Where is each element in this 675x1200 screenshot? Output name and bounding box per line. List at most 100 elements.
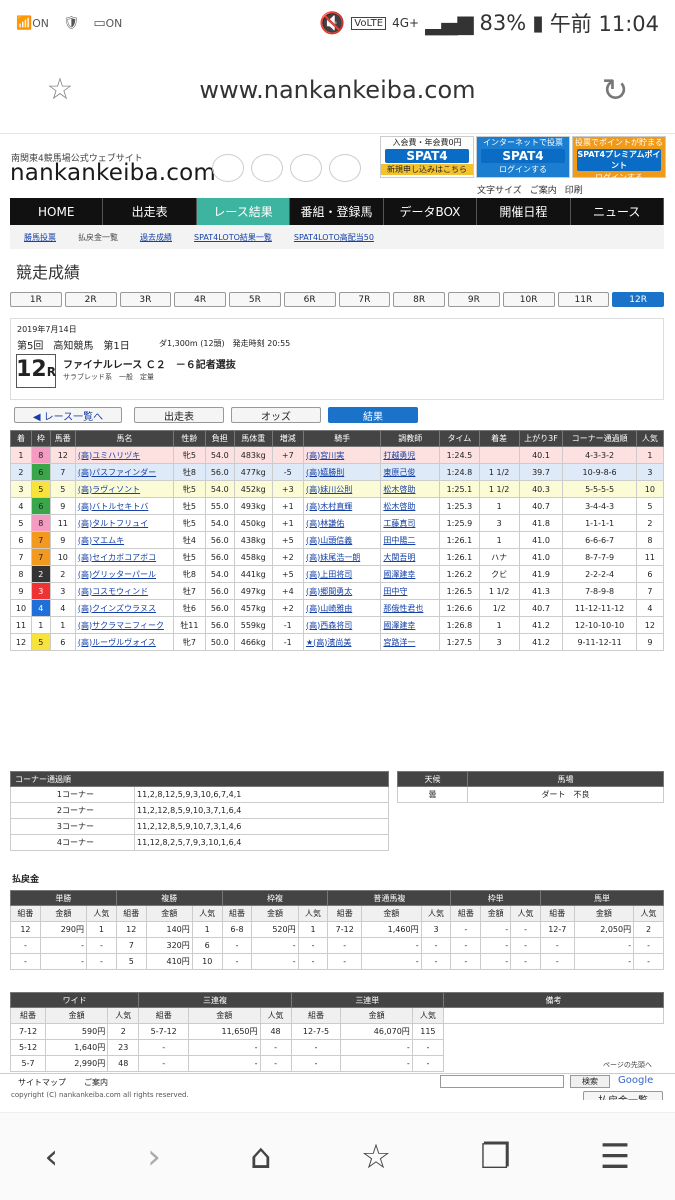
track-logo-icon[interactable] xyxy=(290,154,322,182)
horse-name-link[interactable]: (高)ラヴィソント xyxy=(78,485,140,494)
forward-icon[interactable]: › xyxy=(147,1137,161,1177)
race-tab[interactable]: 6R xyxy=(283,292,336,307)
result-cell[interactable]: (高)木村直輝 xyxy=(302,497,382,515)
result-cell[interactable]: (高)嬉勝則 xyxy=(302,463,382,481)
trainer-link[interactable]: 大関吾明 xyxy=(383,553,415,562)
result-cell[interactable]: (高)クインズウラヌス xyxy=(74,599,175,617)
horse-name-link[interactable]: (高)タルトフリュイ xyxy=(78,519,148,528)
race-tab[interactable]: 12R xyxy=(612,292,664,307)
result-cell[interactable]: (高)ユミハリヅキ xyxy=(74,446,175,464)
result-cell[interactable]: 國澤建幸 xyxy=(380,616,440,634)
result-cell[interactable]: 田中守 xyxy=(380,582,440,600)
result-cell[interactable]: (高)コスモウィンド xyxy=(74,582,175,600)
nav-programs[interactable]: 番組・登録馬 xyxy=(290,198,384,225)
result-cell[interactable]: (高)バトルセキトバ xyxy=(74,497,175,515)
horse-name-link[interactable]: (高)ルーヴルヴォイス xyxy=(78,638,156,647)
jockey-link[interactable]: (高)郷間勇太 xyxy=(306,587,352,596)
home-icon[interactable]: ⌂ xyxy=(250,1137,272,1177)
trainer-link[interactable]: 松木啓助 xyxy=(383,502,415,511)
result-cell[interactable]: (高)ラヴィソント xyxy=(74,480,175,498)
jockey-link[interactable]: (高)山頭信義 xyxy=(306,536,352,545)
result-cell[interactable]: 打越勇児 xyxy=(380,446,440,464)
result-cell[interactable]: (高)郷間勇太 xyxy=(302,582,382,600)
track-logo-icon[interactable] xyxy=(212,154,244,182)
jockey-link[interactable]: (高)西森将司 xyxy=(306,621,352,630)
font-size-tool[interactable]: 文字サイズ xyxy=(477,183,522,196)
race-tab[interactable]: 10R xyxy=(502,292,555,307)
result-cell[interactable]: 那俄性君也 xyxy=(380,599,440,617)
result-cell[interactable]: (高)マエムキ xyxy=(74,531,175,549)
nav-databox[interactable]: データBOX xyxy=(384,198,478,225)
nav-results[interactable]: レース結果 xyxy=(196,198,291,225)
horse-name-link[interactable]: (高)バトルセキトバ xyxy=(78,502,148,511)
track-logo-icon[interactable] xyxy=(251,154,283,182)
trainer-link[interactable]: 那俄性君也 xyxy=(383,604,423,613)
horse-name-link[interactable]: (高)マエムキ xyxy=(78,536,124,545)
jockey-link[interactable]: (高)妹尾浩一朗 xyxy=(306,553,360,562)
trainer-link[interactable]: 田中守 xyxy=(383,587,407,596)
result-cell[interactable]: (高)林謙佑 xyxy=(302,514,382,532)
print-link[interactable]: 印刷 xyxy=(565,183,583,196)
horse-name-link[interactable]: (高)パスファインダー xyxy=(78,468,156,477)
result-cell[interactable]: 宮路洋一 xyxy=(380,633,440,651)
trainer-link[interactable]: 松木啓助 xyxy=(383,485,415,494)
result-cell[interactable]: (高)セイカボコアボコ xyxy=(74,548,175,566)
race-tab[interactable]: 7R xyxy=(338,292,391,307)
result-cell[interactable]: (高)タルトフリュイ xyxy=(74,514,175,532)
results-button[interactable]: 結果 xyxy=(328,407,418,423)
footer-sitemap-link[interactable]: サイトマップ xyxy=(18,1077,66,1088)
guide-link[interactable]: ご案内 xyxy=(530,183,557,196)
horse-name-link[interactable]: (高)クインズウラヌス xyxy=(78,604,156,613)
horse-name-link[interactable]: (高)ユミハリヅキ xyxy=(78,451,140,460)
trainer-link[interactable]: 國澤建幸 xyxy=(383,621,415,630)
trainer-link[interactable]: 工藤真司 xyxy=(383,519,415,528)
url-field[interactable]: www.nankankeiba.com xyxy=(120,76,555,104)
race-tab[interactable]: 9R xyxy=(448,292,500,307)
menu-icon[interactable]: ☰ xyxy=(600,1137,630,1177)
horse-name-link[interactable]: (高)サクラマニフィーク xyxy=(78,621,164,630)
result-cell[interactable]: (高)サクラマニフィーク xyxy=(74,616,175,634)
subnav-past-results[interactable]: 過去成績 xyxy=(140,232,172,243)
race-tab[interactable]: 3R xyxy=(119,292,172,307)
site-logo[interactable]: nankankeiba.com xyxy=(10,160,216,186)
footer-search-button[interactable]: 検索 xyxy=(570,1075,610,1088)
result-cell[interactable]: (高)パスファインダー xyxy=(74,463,175,481)
result-cell[interactable]: (高)ルーヴルヴォイス xyxy=(74,633,175,651)
bookmarks-icon[interactable]: ☆ xyxy=(361,1137,391,1177)
nav-news[interactable]: ニュース xyxy=(571,198,664,225)
spat4-login-banner[interactable]: インターネットで投票 SPAT4 ログインする xyxy=(476,136,570,178)
jockey-link[interactable]: (高)木村直輝 xyxy=(306,502,352,511)
race-tab[interactable]: 2R xyxy=(64,292,117,307)
horse-name-link[interactable]: (高)セイカボコアボコ xyxy=(78,553,156,562)
result-cell[interactable]: 大関吾明 xyxy=(380,548,440,566)
result-cell[interactable]: (高)宮川実 xyxy=(302,446,382,464)
nav-home[interactable]: HOME xyxy=(10,198,104,225)
jockey-link[interactable]: (高)山崎雅由 xyxy=(306,604,352,613)
result-cell[interactable]: 松木啓助 xyxy=(380,480,440,498)
race-tab[interactable]: 11R xyxy=(557,292,610,307)
result-cell[interactable]: 松木啓助 xyxy=(380,497,440,515)
spat4-point-banner[interactable]: 投票でポイントが貯まる SPAT4プレミアムポイント ログインする xyxy=(572,136,666,182)
footer-search-input[interactable] xyxy=(440,1075,564,1088)
subnav-loto-results[interactable]: SPAT4LOTO結果一覧 xyxy=(194,232,272,243)
back-icon[interactable]: ‹ xyxy=(45,1137,59,1177)
nav-schedule[interactable]: 開催日程 xyxy=(477,198,571,225)
trainer-link[interactable]: 田中陽二 xyxy=(383,536,415,545)
jockey-link[interactable]: (高)上田将司 xyxy=(306,570,352,579)
trainer-link[interactable]: 東原己俊 xyxy=(383,468,415,477)
spat4-signup-banner[interactable]: 入会費・年会費0円 SPAT4 新規申し込みはこちら xyxy=(380,136,474,178)
jockey-link[interactable]: ★(高)濱尚美 xyxy=(306,638,351,647)
tabs-icon[interactable]: ❐ xyxy=(480,1137,510,1177)
entries-button[interactable]: 出走表 xyxy=(134,407,224,423)
jockey-link[interactable]: (高)嬉勝則 xyxy=(306,468,344,477)
result-cell[interactable]: (高)妹川公則 xyxy=(302,480,382,498)
jockey-link[interactable]: (高)妹川公則 xyxy=(306,485,352,494)
race-tab[interactable]: 1R xyxy=(10,292,62,307)
result-cell[interactable]: (高)山崎雅由 xyxy=(302,599,382,617)
horse-name-link[interactable]: (高)グリッターパール xyxy=(78,570,156,579)
footer-guide-link[interactable]: ご案内 xyxy=(84,1077,108,1088)
jockey-link[interactable]: (高)林謙佑 xyxy=(306,519,344,528)
trainer-link[interactable]: 宮路洋一 xyxy=(383,638,415,647)
subnav-loto-high[interactable]: SPAT4LOTO高配当50 xyxy=(294,232,374,243)
result-cell[interactable]: ★(高)濱尚美 xyxy=(302,633,382,651)
